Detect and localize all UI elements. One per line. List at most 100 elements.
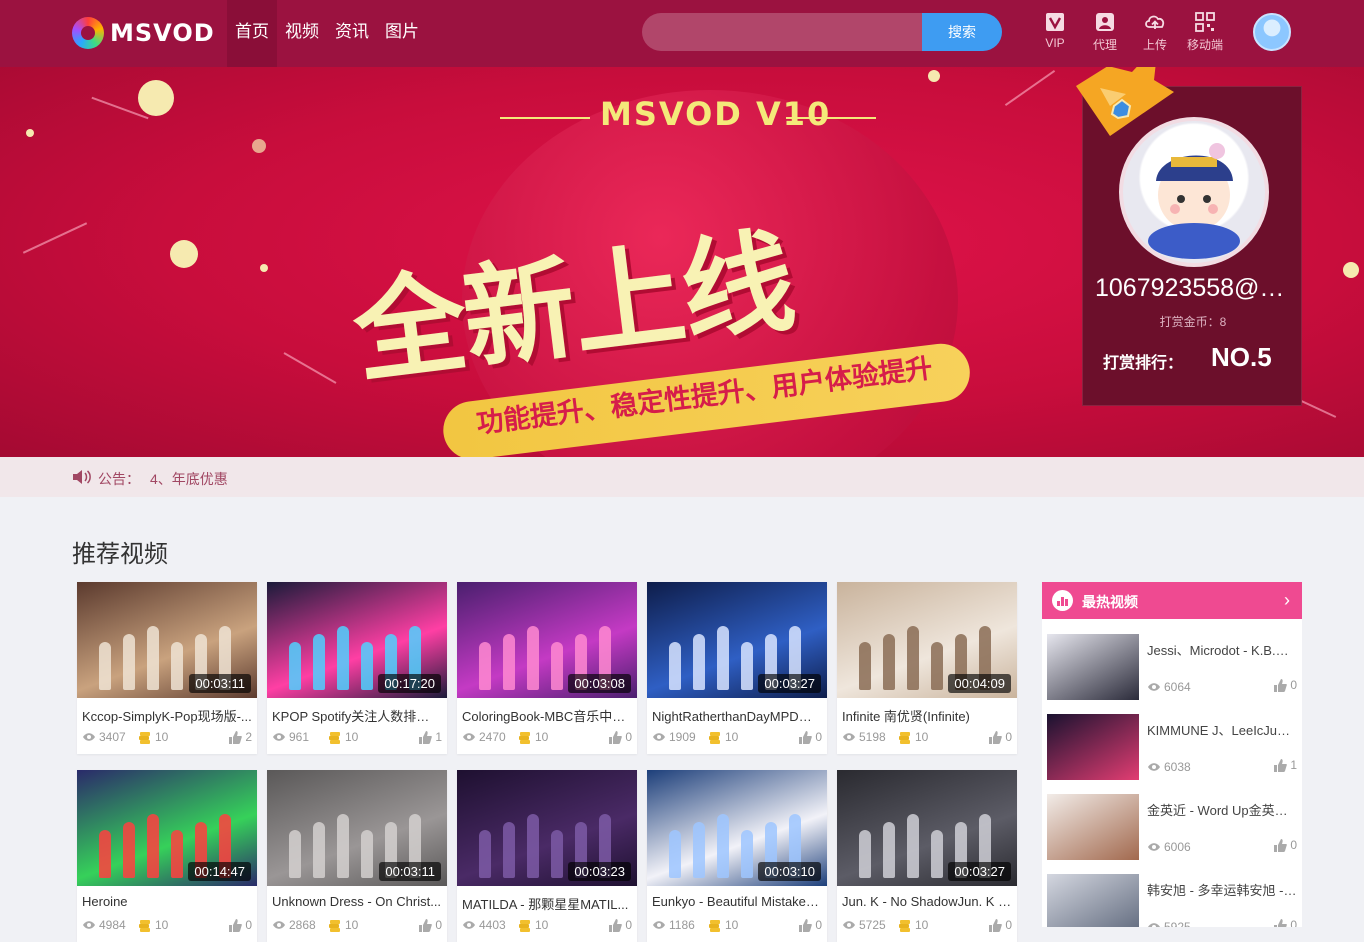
video-title[interactable]: NightRatherthanDayMPD饭... [652,706,822,725]
video-likes[interactable]: 0 [229,918,252,932]
hot-video-likes[interactable]: 1 [1274,758,1297,772]
thumbs-up-icon [1274,838,1288,852]
hot-video-thumbnail[interactable] [1047,794,1139,860]
search-button[interactable]: 搜索 [922,13,1002,51]
video-coins: 10 [138,730,168,744]
video-card[interactable]: 00:03:10 Eunkyo - Beautiful Mistakes... … [647,770,827,942]
video-likes[interactable]: 0 [989,730,1012,744]
video-thumbnail[interactable]: 00:17:20 [267,582,447,698]
video-thumbnail[interactable]: 00:03:11 [267,770,447,886]
video-thumbnail[interactable]: 00:14:47 [77,770,257,886]
hot-video-item[interactable]: KIMMUNE J、LeeIcJunZ... 6038 1 [1047,714,1297,782]
video-thumbnail[interactable]: 00:03:27 [647,582,827,698]
video-thumbnail[interactable]: 00:03:27 [837,770,1017,886]
tool-agent[interactable]: 代理 [1080,10,1130,53]
hot-video-likes[interactable]: 0 [1274,678,1297,692]
hot-video-item[interactable]: 金英近 - Word Up金英近 ... 6006 0 [1047,794,1297,862]
thumbnail-figure [931,830,943,878]
hot-video-thumbnail[interactable] [1047,874,1139,927]
video-thumbnail[interactable]: 00:03:08 [457,582,637,698]
notice-text[interactable]: 4、年底优惠 [150,469,228,489]
video-likes[interactable]: 0 [799,730,822,744]
user-avatar[interactable] [1253,13,1291,51]
video-coins-count: 10 [915,730,929,744]
hot-video-title[interactable]: Jessi、Microdot - K.B.BJ... [1147,640,1297,659]
thumbnail-figure [693,822,705,878]
hot-video-views: 6006 [1147,840,1191,854]
video-card[interactable]: 00:03:27 NightRatherthanDayMPD饭... 1909 … [647,582,827,754]
search-input[interactable] [642,13,932,51]
tool-vip[interactable]: VIP [1030,10,1080,53]
video-title[interactable]: Kccop-SimplyK-Pop现场版-... [82,706,252,725]
qrcode-icon [1195,12,1215,32]
video-thumbnail[interactable]: 00:03:11 [77,582,257,698]
eye-icon [83,921,95,929]
video-title[interactable]: MATILDA - 那颗星星MATIL... [462,894,632,913]
video-likes[interactable]: 0 [419,918,442,932]
hot-video-title[interactable]: 韩安旭 - 多幸运韩安旭 - ... [1147,880,1297,899]
nav-home[interactable]: 首页 [227,0,277,67]
banner-dot [252,139,266,153]
hot-video-title[interactable]: KIMMUNE J、LeeIcJunZ... [1147,720,1297,739]
video-likes[interactable]: 2 [229,730,252,744]
coins-icon [139,731,150,744]
video-title[interactable]: Eunkyo - Beautiful Mistakes... [652,894,822,909]
tool-upload[interactable]: 上传 [1130,10,1180,53]
hot-video-item[interactable]: 韩安旭 - 多幸运韩安旭 - ... 5925 0 [1047,874,1297,927]
video-title[interactable]: Heroine [82,894,252,909]
thumbnail-figure [527,814,539,878]
thumbnail-figure [337,626,349,690]
video-card[interactable]: 00:17:20 KPOP Spotify关注人数排行(... 961 10 1 [267,582,447,754]
video-duration: 00:03:11 [189,674,251,693]
video-card[interactable]: 00:04:09 Infinite 南优贤(Infinite) 5198 10 … [837,582,1017,754]
thumbnail-figure [551,642,563,690]
video-likes[interactable]: 0 [609,730,632,744]
video-title[interactable]: Unknown Dress - On Christ... [272,894,442,909]
nav-videos[interactable]: 视频 [277,0,327,67]
video-likes[interactable]: 0 [989,918,1012,932]
video-card[interactable]: 00:03:11 Kccop-SimplyK-Pop现场版-... 3407 1… [77,582,257,754]
video-title[interactable]: ColoringBook-MBC音乐中心... [462,706,632,725]
tool-mobile[interactable]: 移动端 [1180,10,1230,53]
video-card[interactable]: 00:03:27 Jun. K - No ShadowJun. K - ... … [837,770,1017,942]
thumbnail-figure [361,642,373,690]
hot-video-likes[interactable]: 0 [1274,918,1297,927]
video-likes[interactable]: 1 [419,730,442,744]
video-views-count: 4984 [99,918,126,932]
video-coins: 10 [898,730,928,744]
nav-news[interactable]: 资讯 [327,0,377,67]
video-meta: 1186 10 0 [652,918,822,936]
video-title[interactable]: Infinite 南优贤(Infinite) [842,706,1012,725]
thumbnail-figure [171,642,183,690]
video-card[interactable]: 00:03:11 Unknown Dress - On Christ... 28… [267,770,447,942]
video-thumbnail[interactable]: 00:03:10 [647,770,827,886]
hot-videos-header[interactable]: 最热视频 › [1042,582,1302,619]
hot-video-thumbnail[interactable] [1047,634,1139,700]
video-thumbnail[interactable]: 00:03:23 [457,770,637,886]
video-coins-count: 10 [155,918,169,932]
chevron-right-icon[interactable]: › [1284,590,1290,611]
video-thumbnail[interactable]: 00:04:09 [837,582,1017,698]
video-card[interactable]: 00:14:47 Heroine 4984 10 0 [77,770,257,942]
video-card[interactable]: 00:03:23 MATILDA - 那颗星星MATIL... 4403 10 … [457,770,637,942]
video-card[interactable]: 00:03:08 ColoringBook-MBC音乐中心... 2470 10… [457,582,637,754]
video-views: 1186 [652,918,695,932]
video-likes[interactable]: 0 [609,918,632,932]
eye-icon [843,921,855,929]
hot-video-likes[interactable]: 0 [1274,838,1297,852]
search-bar: 搜索 [642,13,1002,51]
hot-video-views-count: 6064 [1164,680,1191,694]
hot-video-thumbnail[interactable] [1047,714,1139,780]
thumbs-up-icon [419,730,433,744]
video-title[interactable]: Jun. K - No ShadowJun. K - ... [842,894,1012,909]
rank-label: 打赏排行： [1103,355,1184,372]
video-title[interactable]: KPOP Spotify关注人数排行(... [272,706,442,725]
video-likes[interactable]: 0 [799,918,822,932]
hot-video-title[interactable]: 金英近 - Word Up金英近 ... [1147,800,1297,819]
hot-video-item[interactable]: Jessi、Microdot - K.B.BJ... 6064 0 [1047,634,1297,702]
site-logo[interactable]: MSVOD [72,16,215,50]
video-meta: 1909 10 0 [652,730,822,748]
thumbs-up-icon [419,918,433,932]
header-tools: VIP 代理 上传 移动端 [1030,10,1230,53]
nav-pictures[interactable]: 图片 [377,0,427,67]
